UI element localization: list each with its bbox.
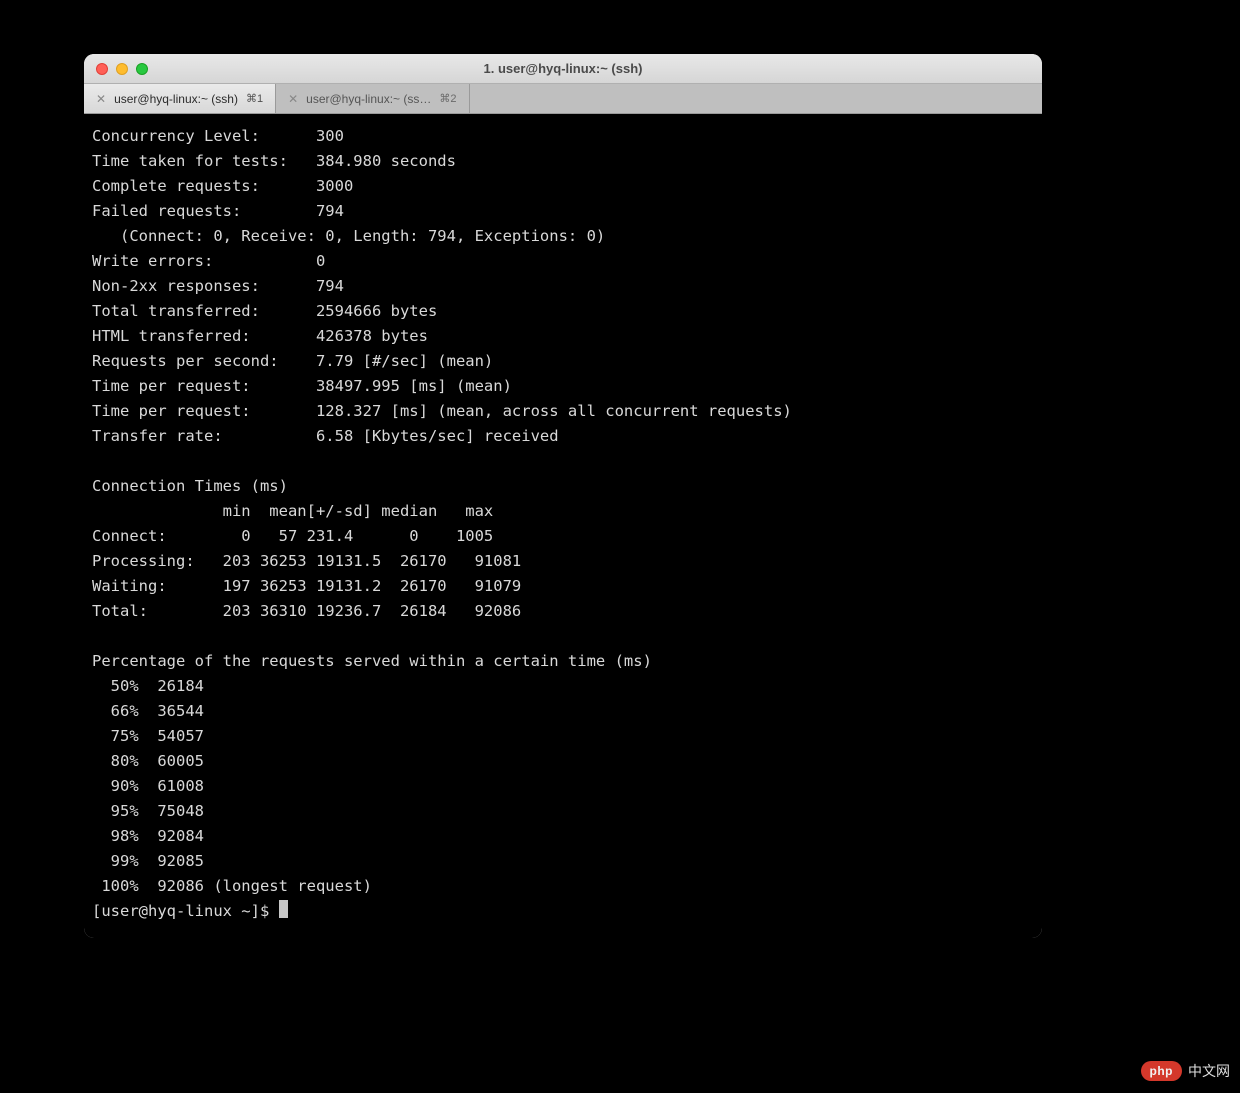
output-line: 90% 61008 — [92, 777, 204, 795]
output-line: Total transferred: 2594666 bytes — [92, 302, 437, 320]
tab-shortcut: ⌘1 — [246, 92, 263, 105]
cursor-icon — [279, 900, 288, 918]
traffic-lights — [84, 63, 148, 75]
output-line: 99% 92085 — [92, 852, 204, 870]
close-window-button[interactable] — [96, 63, 108, 75]
terminal-output[interactable]: Concurrency Level: 300 Time taken for te… — [84, 114, 1042, 938]
output-line: Total: 203 36310 19236.7 26184 92086 — [92, 602, 521, 620]
output-line: HTML transferred: 426378 bytes — [92, 327, 428, 345]
output-line: Concurrency Level: 300 — [92, 127, 344, 145]
output-line: Requests per second: 7.79 [#/sec] (mean) — [92, 352, 493, 370]
output-line: Non-2xx responses: 794 — [92, 277, 344, 295]
maximize-window-button[interactable] — [136, 63, 148, 75]
shell-prompt[interactable]: [user@hyq-linux ~]$ — [92, 902, 279, 920]
output-line: Percentage of the requests served within… — [92, 652, 652, 670]
tab-label: user@hyq-linux:~ (ss… — [306, 92, 431, 106]
output-line: Waiting: 197 36253 19131.2 26170 91079 — [92, 577, 521, 595]
tab-ssh-2[interactable]: ✕ user@hyq-linux:~ (ss… ⌘2 — [276, 84, 469, 113]
output-line: Write errors: 0 — [92, 252, 325, 270]
output-line: Time per request: 128.327 [ms] (mean, ac… — [92, 402, 792, 420]
output-line: Transfer rate: 6.58 [Kbytes/sec] receive… — [92, 427, 559, 445]
output-line: Complete requests: 3000 — [92, 177, 353, 195]
watermark: php 中文网 — [1141, 1061, 1231, 1081]
tab-shortcut: ⌘2 — [439, 92, 456, 105]
tab-bar: ✕ user@hyq-linux:~ (ssh) ⌘1 ✕ user@hyq-l… — [84, 84, 1042, 114]
tab-ssh-1[interactable]: ✕ user@hyq-linux:~ (ssh) ⌘1 — [84, 84, 276, 113]
output-line: Connect: 0 57 231.4 0 1005 — [92, 527, 493, 545]
close-tab-icon[interactable]: ✕ — [288, 92, 298, 106]
output-line: Time taken for tests: 384.980 seconds — [92, 152, 456, 170]
minimize-window-button[interactable] — [116, 63, 128, 75]
output-line: 80% 60005 — [92, 752, 204, 770]
watermark-text: 中文网 — [1188, 1061, 1230, 1081]
output-line: (Connect: 0, Receive: 0, Length: 794, Ex… — [92, 227, 605, 245]
output-line: Failed requests: 794 — [92, 202, 344, 220]
output-line: 100% 92086 (longest request) — [92, 877, 372, 895]
tab-label: user@hyq-linux:~ (ssh) — [114, 92, 238, 106]
output-line: 75% 54057 — [92, 727, 204, 745]
output-line: 95% 75048 — [92, 802, 204, 820]
window-title: 1. user@hyq-linux:~ (ssh) — [84, 61, 1042, 76]
output-line: min mean[+/-sd] median max — [92, 502, 493, 520]
watermark-badge: php — [1141, 1061, 1183, 1081]
output-line: Connection Times (ms) — [92, 477, 288, 495]
output-line: Time per request: 38497.995 [ms] (mean) — [92, 377, 512, 395]
title-bar[interactable]: 1. user@hyq-linux:~ (ssh) — [84, 54, 1042, 84]
output-line: Processing: 203 36253 19131.5 26170 9108… — [92, 552, 521, 570]
close-tab-icon[interactable]: ✕ — [96, 92, 106, 106]
terminal-window: 1. user@hyq-linux:~ (ssh) ✕ user@hyq-lin… — [84, 54, 1042, 938]
output-line: 66% 36544 — [92, 702, 204, 720]
output-line: 50% 26184 — [92, 677, 204, 695]
output-line: 98% 92084 — [92, 827, 204, 845]
